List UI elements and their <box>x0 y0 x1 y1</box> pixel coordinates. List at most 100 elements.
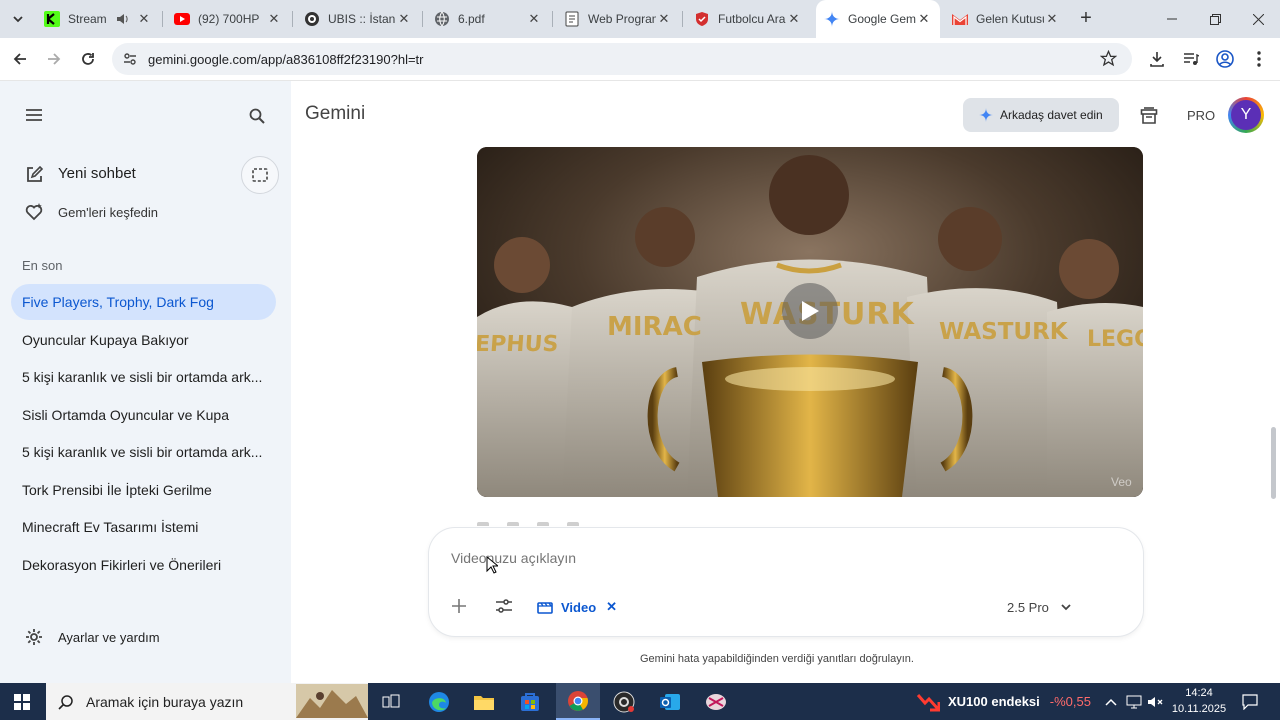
chrome-app-icon-active[interactable] <box>556 683 600 720</box>
prompt-input[interactable] <box>451 546 1111 570</box>
taskbar-search[interactable]: Aramak için buraya yazın <box>46 683 368 720</box>
invite-friend-button[interactable]: Arkadaş davet edin <box>963 98 1119 132</box>
new-tab-button[interactable]: + <box>1076 8 1096 29</box>
browser-tab[interactable]: Futbolcu Arama ✕ <box>686 0 810 38</box>
network-icon <box>1126 695 1142 709</box>
taskbar-search-placeholder: Aramak için buraya yazın <box>86 693 244 710</box>
archive-button[interactable] <box>1137 104 1161 128</box>
new-chat-label: Yeni sohbet <box>58 165 136 182</box>
browser-tab[interactable]: Gelen Kutusu ✕ <box>944 0 1068 38</box>
explore-gems-button[interactable]: Gem'leri keşfedin <box>0 194 291 230</box>
remove-chip-icon[interactable]: ✕ <box>606 599 617 615</box>
site-info-icon[interactable] <box>122 51 138 67</box>
minimize-button[interactable] <box>1160 8 1184 30</box>
chat-history-item[interactable]: 5 kişi karanlık ve sisli bir ortamda ark… <box>0 359 291 395</box>
outlook-app-icon[interactable] <box>656 688 684 716</box>
browser-tab[interactable]: Web Programlama ✕ <box>556 0 680 38</box>
tools-button[interactable] <box>492 594 516 618</box>
arrow-left-icon <box>13 53 26 65</box>
add-file-button[interactable] <box>447 594 471 618</box>
close-window-button[interactable] <box>1246 8 1270 30</box>
temporary-chat-button[interactable] <box>241 156 279 194</box>
settings-help-button[interactable]: Ayarlar ve yardım <box>0 619 291 655</box>
gem-heart-icon <box>25 203 43 221</box>
chat-history-item[interactable]: Five Players, Trophy, Dark Fog <box>11 284 276 320</box>
close-icon[interactable]: ✕ <box>266 11 282 27</box>
gear-icon <box>25 628 43 646</box>
restore-button[interactable] <box>1203 8 1227 30</box>
obs-app-icon[interactable] <box>610 688 638 716</box>
video-tool-chip[interactable]: Video ✕ <box>537 595 617 619</box>
generated-video-player[interactable]: EPHUS MIRAC WASTURK WASTURK LEGOO Veo <box>477 147 1143 497</box>
forward-button[interactable] <box>42 47 66 71</box>
store-app-icon[interactable] <box>516 688 544 716</box>
close-icon[interactable]: ✕ <box>1044 11 1060 27</box>
avatar-letter: Y <box>1231 100 1261 130</box>
downloads-button[interactable] <box>1145 47 1169 71</box>
ticker-value: -%0,55 <box>1049 694 1091 709</box>
browser-menu-button[interactable] <box>1247 47 1271 71</box>
windows-logo-icon <box>14 694 30 710</box>
close-icon[interactable]: ✕ <box>136 11 152 27</box>
tab-search-button[interactable] <box>8 9 28 29</box>
browser-tab[interactable]: Stream ✕ <box>36 0 160 38</box>
close-icon[interactable]: ✕ <box>396 11 412 27</box>
movie-icon <box>537 602 553 614</box>
clock[interactable]: 14:24 10.11.2025 <box>1170 685 1228 717</box>
play-button[interactable] <box>782 283 838 339</box>
jersey-name: EPHUS <box>477 332 560 357</box>
chat-history-item[interactable]: Oyuncular Kupaya Bakıyor <box>0 322 291 358</box>
jersey-name: WASTURK <box>939 319 1068 345</box>
address-bar[interactable]: gemini.google.com/app/a836108ff2f23190?h… <box>112 43 1132 75</box>
search-button[interactable] <box>246 105 268 127</box>
start-button[interactable] <box>8 688 36 716</box>
back-button[interactable] <box>8 47 32 71</box>
tab-title: 6.pdf <box>458 12 485 26</box>
edge-app-icon[interactable] <box>425 688 453 716</box>
browser-tab[interactable]: 6.pdf ✕ <box>426 0 550 38</box>
media-control-button[interactable] <box>1179 47 1203 71</box>
chat-history-item[interactable]: Dekorasyon Fikirleri ve Önerileri <box>0 547 291 583</box>
close-icon[interactable]: ✕ <box>916 11 932 27</box>
disclaimer-text: Gemini hata yapabildiğinden verdiği yanı… <box>640 653 914 665</box>
invite-label: Arkadaş davet edin <box>1000 108 1103 122</box>
browser-tab-active[interactable]: Google Gemini ✕ <box>816 0 940 38</box>
chat-history-item[interactable]: Minecraft Ev Tasarımı İstemi <box>0 509 291 545</box>
chat-history-item[interactable]: Tork Prensibi İle İpteki Gerilme <box>0 472 291 508</box>
speaker-icon[interactable] <box>114 11 130 27</box>
chat-history-item[interactable]: Sisli Ortamda Oyuncular ve Kupa <box>0 397 291 433</box>
profile-button[interactable] <box>1213 47 1237 71</box>
close-icon[interactable]: ✕ <box>526 11 542 27</box>
snipping-tool-app-icon[interactable] <box>702 688 730 716</box>
reload-button[interactable] <box>76 47 100 71</box>
account-avatar[interactable]: Y <box>1228 97 1264 133</box>
close-icon[interactable]: ✕ <box>786 11 802 27</box>
windows-taskbar: Aramak için buraya yazın XU100 endeksi -… <box>0 683 1280 720</box>
clock-time: 14:24 <box>1185 687 1213 699</box>
app-title: Gemini <box>305 103 366 124</box>
model-selector[interactable]: 2.5 Pro <box>1007 595 1071 619</box>
tab-title: Stream <box>68 12 107 26</box>
tab-title: Web Programlama <box>588 12 656 26</box>
shield-icon <box>694 11 710 27</box>
search-icon <box>58 694 73 710</box>
notifications-button[interactable] <box>1236 688 1264 716</box>
chat-history-item[interactable]: 5 kişi karanlık ve sisli bir ortamda ark… <box>0 434 291 470</box>
reload-icon <box>82 53 94 65</box>
recent-header: En son <box>22 258 63 273</box>
main-menu-button[interactable] <box>22 105 46 125</box>
ubis-icon <box>304 11 320 27</box>
bookmark-star-icon[interactable] <box>1100 50 1117 67</box>
settings-label: Ayarlar ve yardım <box>58 630 160 645</box>
youtube-icon <box>174 11 190 27</box>
edit-square-icon <box>25 166 43 184</box>
file-explorer-app-icon[interactable] <box>470 688 498 716</box>
scrollbar-thumb[interactable] <box>1271 427 1276 499</box>
gemini-icon <box>824 11 840 27</box>
stock-ticker-widget[interactable]: XU100 endeksi -%0,55 <box>916 683 1091 720</box>
volume-button[interactable] <box>1141 688 1169 716</box>
browser-tab[interactable]: UBIS :: İstanbul ✕ <box>296 0 420 38</box>
browser-tab[interactable]: (92) 700HP ✕ <box>166 0 290 38</box>
task-view-button[interactable] <box>377 688 405 716</box>
close-icon[interactable]: ✕ <box>656 11 672 27</box>
